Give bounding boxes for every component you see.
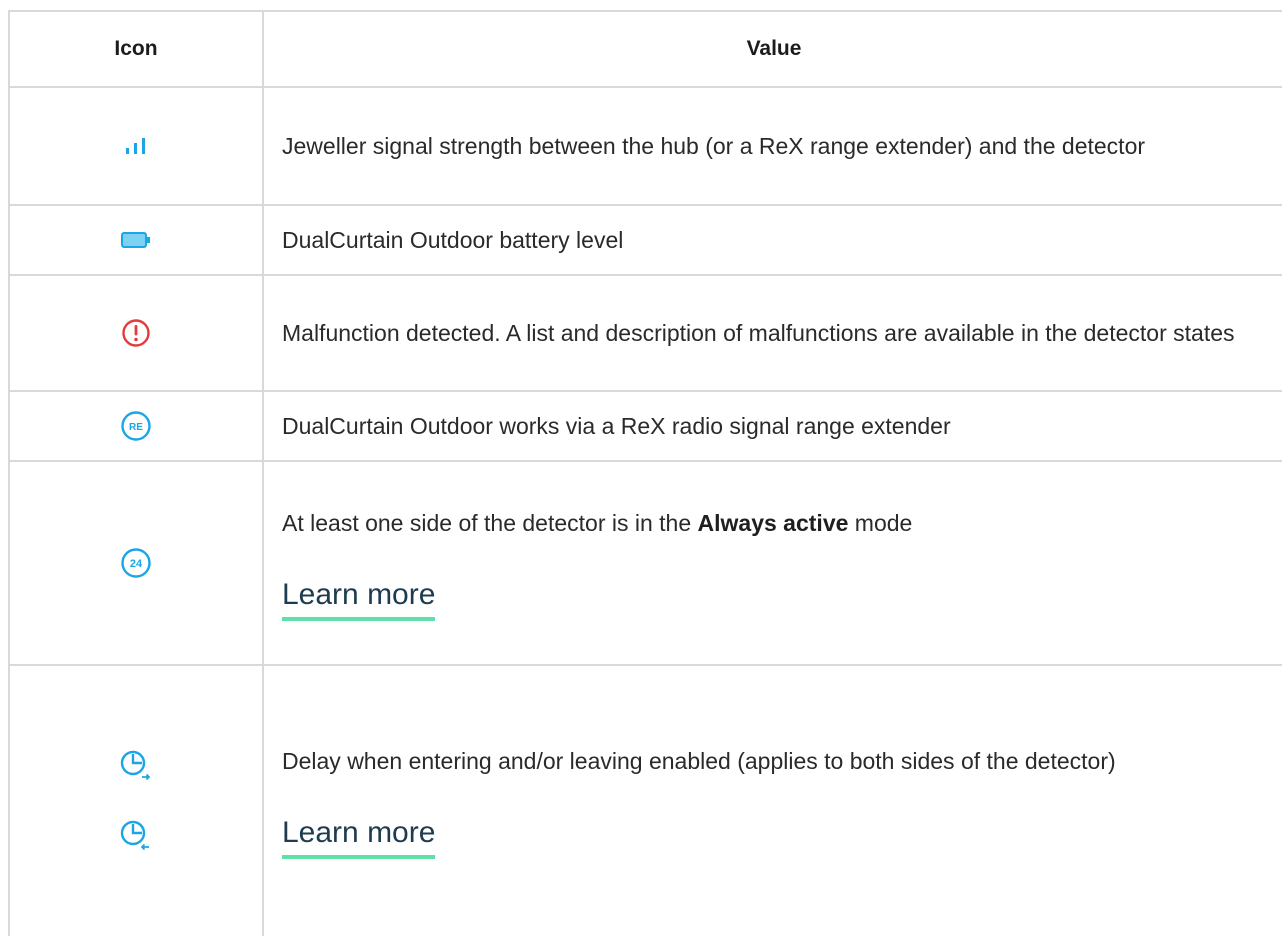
row-description: DualCurtain Outdoor battery level — [282, 227, 624, 253]
table-row: Delay when entering and/or leaving enabl… — [10, 666, 1282, 936]
rex-icon: RE — [121, 411, 151, 441]
row-description: Jeweller signal strength between the hub… — [282, 133, 1146, 159]
value-cell: Delay when entering and/or leaving enabl… — [264, 666, 1282, 936]
header-value-column: Value — [746, 37, 802, 60]
table-row: Jeweller signal strength between the hub… — [10, 88, 1282, 206]
always-active-icon: 24 — [121, 548, 151, 578]
header-icon-column: Icon — [10, 12, 264, 86]
value-cell: At least one side of the detector is in … — [264, 462, 1282, 664]
exit-delay-icon — [120, 820, 149, 851]
description-bold-mode: Always active — [697, 510, 849, 536]
value-cell: DualCurtain Outdoor works via a ReX radi… — [264, 392, 1282, 460]
icon-cell — [10, 206, 264, 274]
row-description: At least one side of the detector is in … — [282, 505, 1266, 541]
malfunction-icon — [122, 319, 150, 347]
value-cell: Jeweller signal strength between the hub… — [264, 88, 1282, 204]
signal-strength-icon — [126, 138, 145, 154]
icon-cell: RE — [10, 392, 264, 460]
icon-cell — [10, 276, 264, 390]
table-row: 24 At least one side of the detector is … — [10, 462, 1282, 666]
learn-more-link[interactable]: Learn more — [282, 813, 436, 859]
always-active-icon-label: 24 — [130, 558, 143, 570]
description-text-after: mode — [848, 510, 913, 536]
value-cell: DualCurtain Outdoor battery level — [264, 206, 1282, 274]
row-description: Malfunction detected. A list and descrip… — [282, 320, 1235, 346]
table-row: Malfunction detected. A list and descrip… — [10, 276, 1282, 392]
row-description: DualCurtain Outdoor works via a ReX radi… — [282, 413, 951, 439]
icon-cell — [10, 88, 264, 204]
value-cell: Malfunction detected. A list and descrip… — [264, 276, 1282, 390]
battery-icon — [121, 232, 150, 248]
learn-more-link[interactable]: Learn more — [282, 575, 436, 621]
description-text-before: At least one side of the detector is in … — [282, 510, 698, 536]
delay-icons — [118, 748, 154, 854]
rex-icon-label: RE — [129, 422, 143, 433]
table-row: RE DualCurtain Outdoor works via a ReX r… — [10, 392, 1282, 462]
table-row: DualCurtain Outdoor battery level — [10, 206, 1282, 276]
table-header-row: Icon Value — [10, 12, 1282, 88]
entry-delay-icon — [120, 750, 151, 781]
icons-table: Icon Value Jeweller signal strength betw… — [8, 10, 1282, 936]
icon-cell: 24 — [10, 462, 264, 664]
row-description: Delay when entering and/or leaving enabl… — [282, 748, 1116, 774]
icon-cell — [10, 666, 264, 936]
